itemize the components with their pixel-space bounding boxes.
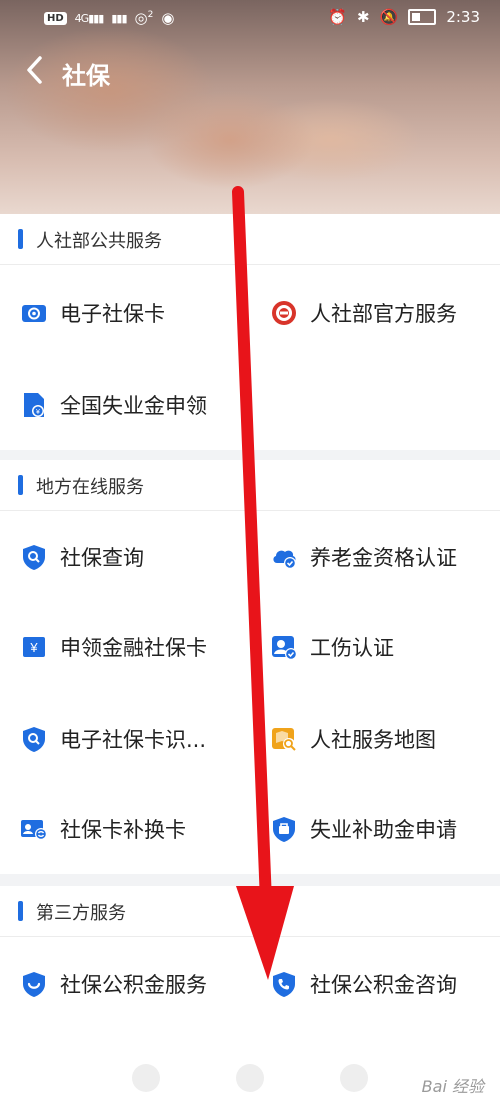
service-item-fund-service[interactable]: 社保公积金服务 [20, 954, 240, 1014]
bluetooth-icon: ✱ [357, 8, 370, 26]
service-item-card-replace[interactable]: 社保卡补换卡 [20, 799, 240, 859]
section-header-ministry: 人社部公共服务 [0, 214, 500, 265]
service-label: 养老金资格认证 [310, 546, 457, 570]
service-label: 社保公积金咨询 [310, 973, 457, 997]
bottom-placeholder-icon [236, 1064, 264, 1092]
social-card-icon [20, 299, 48, 327]
mute-icon: 🔕 [379, 8, 399, 26]
chevron-left-icon [27, 56, 42, 84]
service-label: 电子社保卡识... [60, 728, 207, 752]
shield-phone-icon [270, 970, 298, 998]
service-item-fund-consult[interactable]: 社保公积金咨询 [270, 954, 490, 1014]
service-label: 电子社保卡 [60, 302, 165, 326]
svg-text:¥: ¥ [36, 409, 40, 416]
hotspot-icon: ◉ [161, 9, 175, 27]
signal-2-icon: ▮▮▮ [111, 11, 127, 25]
service-item-pension-auth[interactable]: 养老金资格认证 [270, 527, 490, 587]
service-item-social-query[interactable]: 社保查询 [20, 527, 240, 587]
service-item-ministry-official[interactable]: 人社部官方服务 [270, 283, 490, 343]
section-title: 第三方服务 [36, 903, 126, 924]
ministry-emblem-icon [270, 299, 298, 327]
section-title: 地方在线服务 [36, 477, 144, 498]
alarm-icon: ⏰ [328, 8, 348, 26]
shield-bag-icon [270, 815, 298, 843]
service-label: 人社服务地图 [310, 728, 436, 752]
nav-bar: 社保 [0, 48, 500, 92]
document-money-icon: ¥ [20, 391, 48, 419]
back-button[interactable] [16, 50, 56, 90]
service-label: 申领金融社保卡 [60, 636, 207, 660]
service-label: 工伤认证 [310, 636, 394, 660]
shield-search-icon [20, 543, 48, 571]
section-body-local: 社保查询 养老金资格认证 ¥ 申领金融社保卡 工伤认证 电子社保卡识... 人社… [0, 511, 500, 874]
status-bar: HD 4G▮▮▮ ▮▮▮ ◎2 ◉ ⏰ ✱ 🔕 2:33 [0, 0, 500, 36]
section-title: 人社部公共服务 [36, 231, 162, 252]
section-accent-bar [18, 229, 23, 249]
bottom-bar: Bai 经验 [0, 1030, 500, 1111]
wifi-icon: ◎2 [134, 9, 154, 27]
section-header-third-party: 第三方服务 [0, 886, 500, 937]
service-item-unemployment-subsidy[interactable]: 失业补助金申请 [270, 799, 490, 859]
bottom-placeholder-icon [132, 1064, 160, 1092]
service-label: 全国失业金申领 [60, 394, 207, 418]
bottom-placeholder-icon [340, 1064, 368, 1092]
clock-time: 2:33 [446, 8, 480, 26]
section-body-third-party: 社保公积金服务 社保公积金咨询 [0, 937, 500, 1030]
service-label: 人社部官方服务 [310, 302, 457, 326]
hd-badge: HD [44, 11, 67, 25]
svg-text:¥: ¥ [29, 640, 38, 655]
shield-smile-icon [20, 970, 48, 998]
cloud-check-icon [270, 543, 298, 571]
signal-4g-icon: 4G▮▮▮ [74, 11, 105, 25]
watermark: Bai 经验 [421, 1077, 484, 1096]
service-item-e-card-recognition[interactable]: 电子社保卡识... [20, 709, 240, 769]
service-item-e-social-card[interactable]: 电子社保卡 [20, 283, 240, 343]
section-body-ministry: 电子社保卡 人社部官方服务 ¥ 全国失业金申领 [0, 265, 500, 450]
service-item-service-map[interactable]: 人社服务地图 [270, 709, 490, 769]
service-label: 社保卡补换卡 [60, 818, 186, 842]
service-label: 社保公积金服务 [60, 973, 207, 997]
service-item-injury-auth[interactable]: 工伤认证 [270, 617, 490, 677]
section-header-local: 地方在线服务 [0, 460, 500, 511]
service-item-unemployment-claim[interactable]: ¥ 全国失业金申领 [20, 375, 240, 435]
service-item-financial-card[interactable]: ¥ 申领金融社保卡 [20, 617, 240, 677]
section-accent-bar [18, 901, 23, 921]
card-replace-icon [20, 815, 48, 843]
battery-icon [408, 9, 437, 25]
user-check-icon [270, 633, 298, 661]
section-accent-bar [18, 475, 23, 495]
map-search-icon [270, 725, 298, 753]
service-label: 失业补助金申请 [310, 818, 457, 842]
page-title: 社保 [62, 62, 110, 90]
shield-search-icon [20, 725, 48, 753]
yuan-card-icon: ¥ [20, 633, 48, 661]
service-label: 社保查询 [60, 546, 144, 570]
